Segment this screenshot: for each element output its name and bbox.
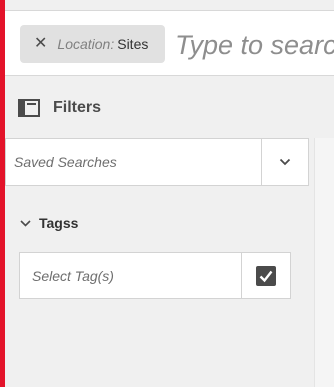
search-header: ✕ Location: Sites — [5, 10, 334, 76]
checkbox-checked-icon[interactable] — [241, 253, 290, 298]
saved-searches-dropdown[interactable]: Saved Searches — [5, 138, 309, 186]
search-input[interactable] — [175, 25, 334, 65]
filters-title: Filters — [53, 99, 102, 116]
tag-input[interactable] — [20, 252, 241, 299]
location-tag-value: Sites — [117, 36, 149, 52]
tags-section-toggle[interactable]: Tagss — [20, 212, 78, 234]
chevron-down-icon[interactable] — [261, 139, 308, 185]
tag-picker — [19, 252, 291, 299]
close-icon[interactable]: ✕ — [34, 36, 47, 52]
content-area-edge — [314, 138, 334, 387]
location-tag-key: Location: — [57, 36, 115, 52]
saved-searches-label: Saved Searches — [14, 154, 117, 170]
filters-header: Filters — [18, 96, 101, 120]
chevron-down-icon — [20, 219, 31, 227]
location-tag: ✕ Location: Sites — [20, 25, 165, 63]
tags-label: Tagss — [39, 215, 79, 231]
filters-rail-icon[interactable] — [18, 99, 40, 117]
